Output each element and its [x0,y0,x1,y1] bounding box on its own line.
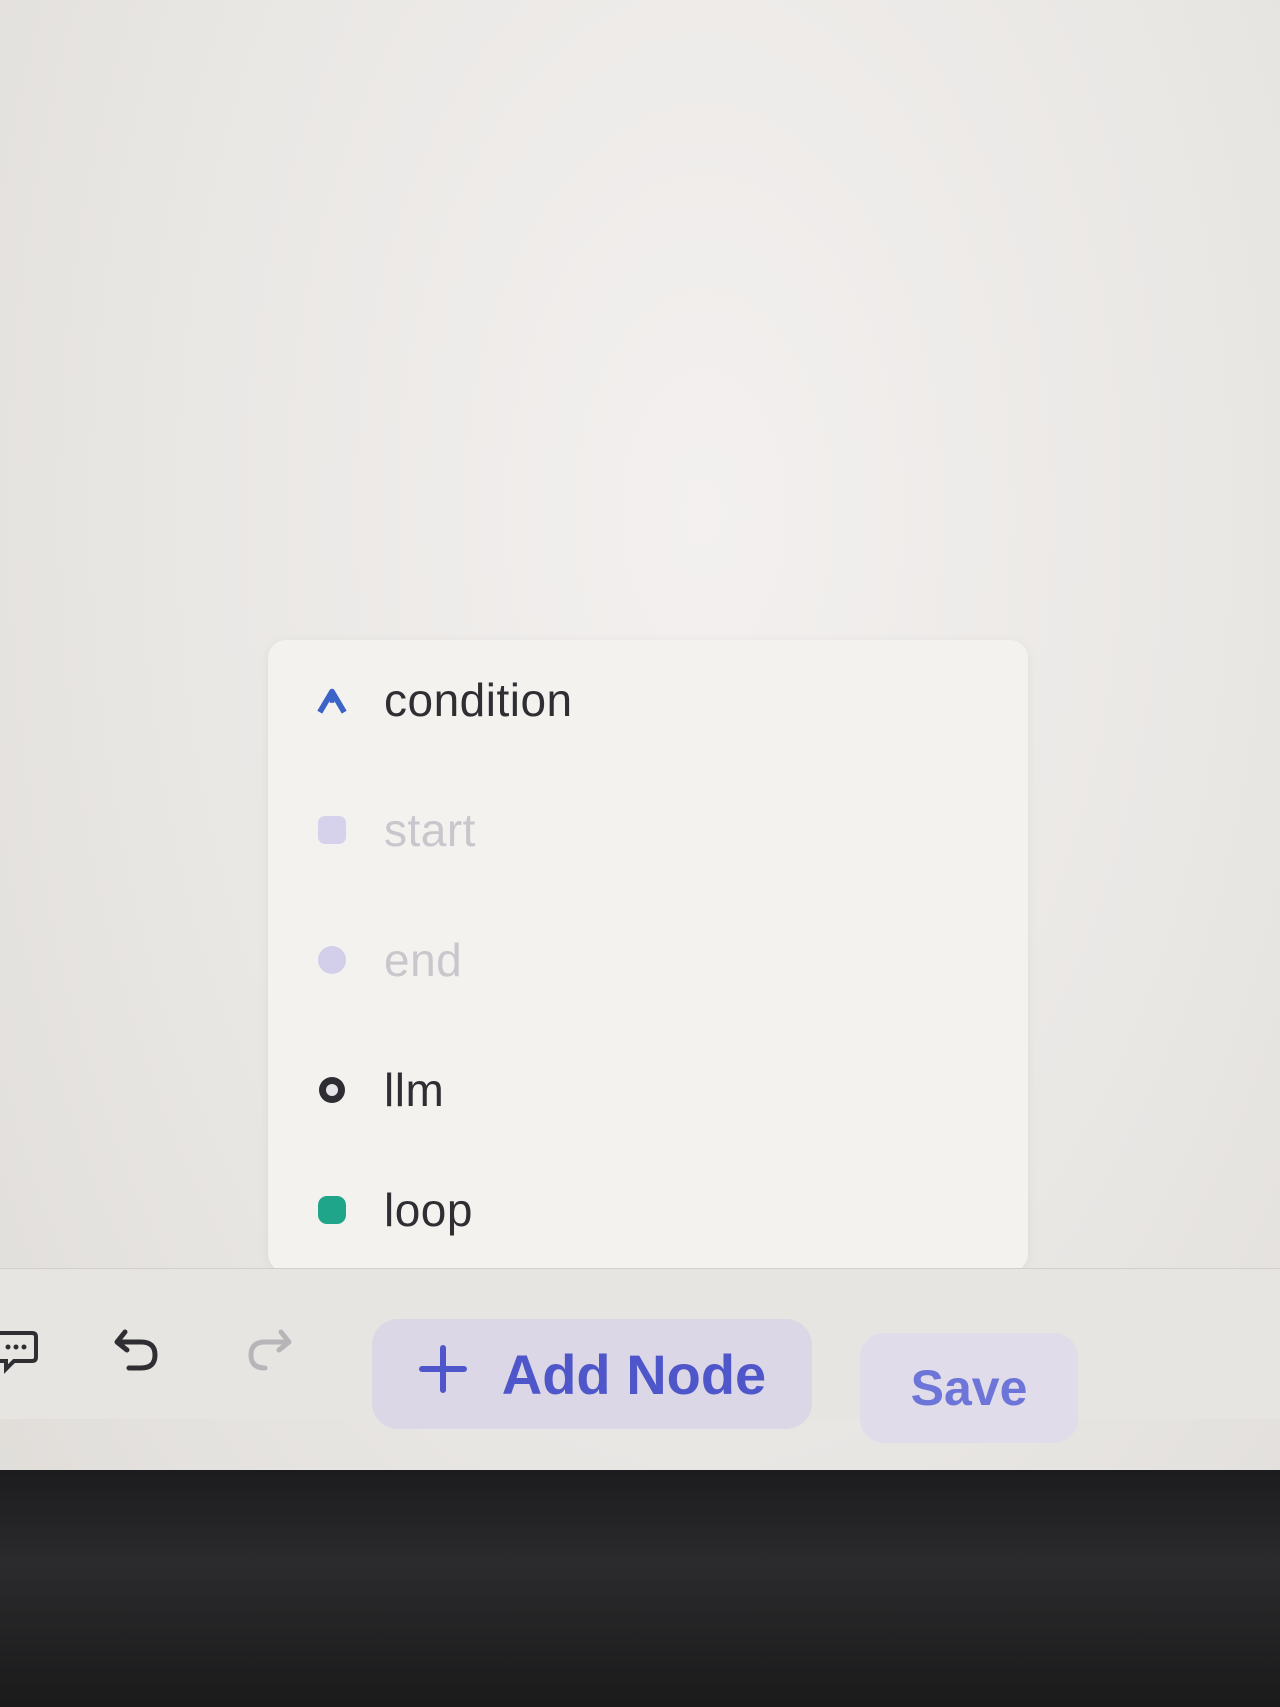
monitor-bezel [0,1470,1280,1707]
menu-item-label: llm [384,1064,445,1116]
plus-icon [418,1342,468,1407]
square-icon [316,814,348,846]
menu-item-label: condition [384,674,573,726]
menu-item-llm[interactable]: llm [316,1055,444,1125]
circle-icon [316,944,348,976]
save-button[interactable]: Save [860,1333,1078,1443]
menu-item-label: end [384,934,463,986]
menu-item-label: loop [384,1184,473,1236]
editor-toolbar: Add Node Save [0,1268,1280,1443]
menu-item-label: start [384,804,476,856]
redo-icon[interactable] [238,1319,298,1379]
brain-circle-icon [316,1074,348,1106]
menu-item-end: end [316,925,462,995]
app-screen: condition start end llm loop Add Node Sa… [0,0,1280,1707]
add-node-label: Add Node [501,1342,767,1406]
menu-item-start: start [316,795,476,865]
loop-icon [316,1194,348,1226]
undo-icon[interactable] [108,1319,168,1379]
save-label: Save [910,1360,1028,1416]
menu-item-loop[interactable]: loop [316,1175,473,1245]
branch-up-icon [316,684,348,716]
menu-item-condition[interactable]: condition [316,665,573,735]
add-node-button[interactable]: Add Node [372,1319,812,1429]
comment-icon[interactable] [0,1321,40,1381]
